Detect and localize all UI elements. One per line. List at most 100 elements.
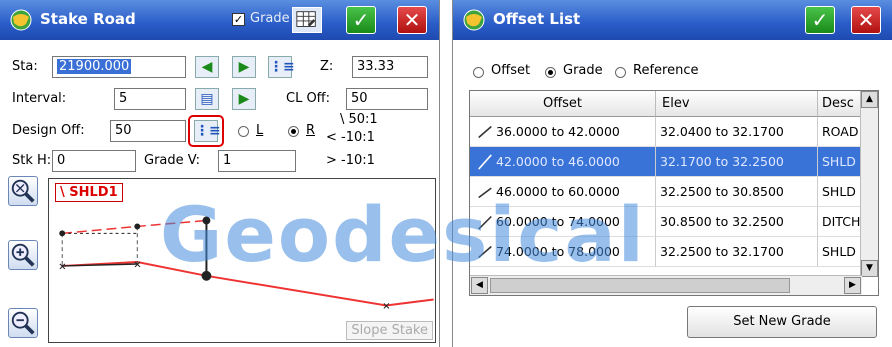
cross-section-drawing: ✕ ✕ ✕ (58, 216, 434, 312)
desc-cell: SHLD (818, 147, 862, 177)
grade-v-input[interactable]: 1 (218, 150, 296, 172)
z-label: Z: (320, 59, 334, 74)
desc-cell: SHLD (818, 177, 862, 207)
offset-value: 60.0000 to 74.0000 (496, 214, 620, 229)
stk-h-input[interactable]: 0 (52, 150, 136, 172)
column-header-elev[interactable]: Elev (656, 91, 818, 117)
radio-grade[interactable] (545, 67, 556, 78)
cl-off-input[interactable]: 50 (346, 88, 428, 110)
radio-reference-label: Reference (633, 63, 699, 78)
column-header-offset[interactable]: Offset (470, 91, 656, 117)
elev-cell: 32.2500 to 32.1700 (656, 237, 818, 267)
cross-section-canvas[interactable]: ✕ ✕ ✕ \ SHLD1 Slope Stake (48, 178, 436, 343)
grade-table-icon[interactable] (292, 7, 322, 33)
side-left-label: L (256, 123, 264, 138)
zoom-out-button[interactable] (8, 308, 38, 338)
scroll-up-button[interactable]: ▲ (861, 91, 878, 108)
zoom-out-icon (11, 311, 35, 335)
table-row[interactable]: 42.0000 to 46.0000 32.1700 to 32.2500 SHLD (470, 147, 862, 177)
set-new-grade-button[interactable]: Set New Grade (687, 306, 877, 338)
column-header-desc[interactable]: Desc (818, 91, 862, 117)
stake-road-window: Stake Road ✓ Grade ✓ ✕ Sta: 21900.000 ◀ … (0, 0, 440, 347)
play-button[interactable]: ▶ (232, 88, 256, 110)
slope-segment-icon (478, 125, 492, 139)
side-left-radio[interactable] (238, 126, 249, 137)
offset-list-window: Offset List ✓ ✕ Offset Grade Reference O… (452, 0, 892, 347)
radio-offset-label: Offset (491, 63, 531, 78)
sta-label: Sta: (12, 59, 38, 74)
slope-segment-icon (478, 215, 492, 230)
slope-line-3: > -10:1 (326, 153, 375, 168)
grade-label: Grade (250, 11, 290, 26)
cancel-button[interactable]: ✕ (397, 6, 427, 34)
scroll-down-button[interactable]: ▼ (861, 260, 878, 277)
table-row[interactable]: 36.0000 to 42.0000 32.0400 to 32.1700 ROAD (470, 117, 862, 147)
slope-line-2: < -10:1 (326, 130, 375, 145)
prev-station-button[interactable]: ◀ (195, 56, 219, 78)
offset-value: 74.0000 to 78.0000 (496, 244, 620, 259)
offset-cell: 74.0000 to 78.0000 (470, 237, 656, 267)
scroll-left-button[interactable]: ◀ (471, 277, 488, 294)
desc-cell: ROAD (818, 117, 862, 147)
table-row[interactable]: 74.0000 to 78.0000 32.2500 to 32.1700 SHLD (470, 237, 862, 267)
station-list-button[interactable]: ⋮≡ (268, 56, 295, 78)
shld-badge: \ SHLD1 (55, 183, 123, 202)
slope-line-1: \ 50:1 (340, 112, 378, 127)
stake-road-titlebar: Stake Road ✓ Grade ✓ ✕ (0, 0, 439, 40)
interval-calc-icon[interactable]: ▤ (195, 88, 219, 110)
app-globe-icon (463, 9, 485, 31)
slope-stake-button[interactable]: Slope Stake (346, 321, 433, 340)
station-value: 21900.000 (57, 59, 132, 74)
desc-cell: DITCH (818, 207, 862, 237)
offset-cell: 46.0000 to 60.0000 (470, 177, 656, 207)
side-right-label: R (306, 123, 316, 138)
svg-text:✕: ✕ (58, 262, 66, 273)
stk-h-label: Stk H: (12, 153, 52, 168)
offset-value: 36.0000 to 42.0000 (496, 124, 620, 139)
zoom-extents-icon (11, 179, 35, 203)
interval-input[interactable]: 5 (114, 88, 186, 110)
window-title: Stake Road (40, 10, 136, 28)
table-row[interactable]: 60.0000 to 74.0000 30.8500 to 32.2500 DITC… (470, 207, 862, 237)
radio-grade-label: Grade (563, 63, 603, 78)
slope-segment-icon (478, 245, 492, 259)
offset-cell: 36.0000 to 42.0000 (470, 117, 656, 147)
elev-cell: 32.2500 to 30.8500 (656, 177, 818, 207)
zoom-in-button[interactable] (8, 240, 38, 270)
offset-cell: 60.0000 to 74.0000 (470, 207, 656, 237)
design-off-label: Design Off: (12, 123, 85, 138)
slope-segment-icon (478, 187, 492, 199)
side-right-radio[interactable] (288, 126, 299, 137)
design-off-input[interactable]: 50 (110, 120, 186, 142)
offset-table[interactable]: Offset Elev Desc 36.0000 to 42.0000 32.04… (469, 90, 879, 296)
elev-cell: 30.8500 to 32.2500 (656, 207, 818, 237)
ok-button[interactable]: ✓ (805, 6, 835, 34)
station-input[interactable]: 21900.000 (52, 56, 186, 78)
next-station-button[interactable]: ▶ (232, 56, 256, 78)
cancel-button[interactable]: ✕ (851, 6, 881, 34)
scroll-thumb[interactable] (490, 278, 790, 293)
ok-button[interactable]: ✓ (346, 6, 376, 34)
grade-v-label: Grade V: (144, 153, 200, 168)
scroll-right-button[interactable]: ▶ (844, 277, 861, 294)
radio-offset[interactable] (473, 67, 484, 78)
table-row[interactable]: 46.0000 to 60.0000 32.2500 to 30.8500 SHLD (470, 177, 862, 207)
interval-label: Interval: (12, 91, 67, 106)
grade-checkbox[interactable]: ✓ (232, 13, 245, 26)
zoom-extents-button[interactable] (8, 176, 38, 206)
offset-cell: 42.0000 to 46.0000 (470, 147, 656, 177)
svg-text:✕: ✕ (382, 301, 390, 312)
slope-segment-icon (478, 154, 492, 170)
horizontal-scrollbar[interactable]: ◀ ▶ (470, 275, 862, 295)
elev-cell: 32.1700 to 32.2500 (656, 147, 818, 177)
vertical-scrollbar[interactable]: ▲ ▼ (860, 91, 878, 277)
zoom-in-icon (11, 243, 35, 267)
window-title: Offset List (493, 10, 581, 28)
cl-off-label: CL Off: (286, 91, 331, 106)
svg-text:✕: ✕ (133, 260, 141, 271)
z-input[interactable]: 33.33 (352, 56, 428, 78)
radio-reference[interactable] (615, 67, 626, 78)
design-off-list-button[interactable]: ⋮≡ (194, 120, 221, 142)
offset-list-titlebar: Offset List ✓ ✕ (453, 0, 892, 40)
desc-cell: SHLD (818, 237, 862, 267)
